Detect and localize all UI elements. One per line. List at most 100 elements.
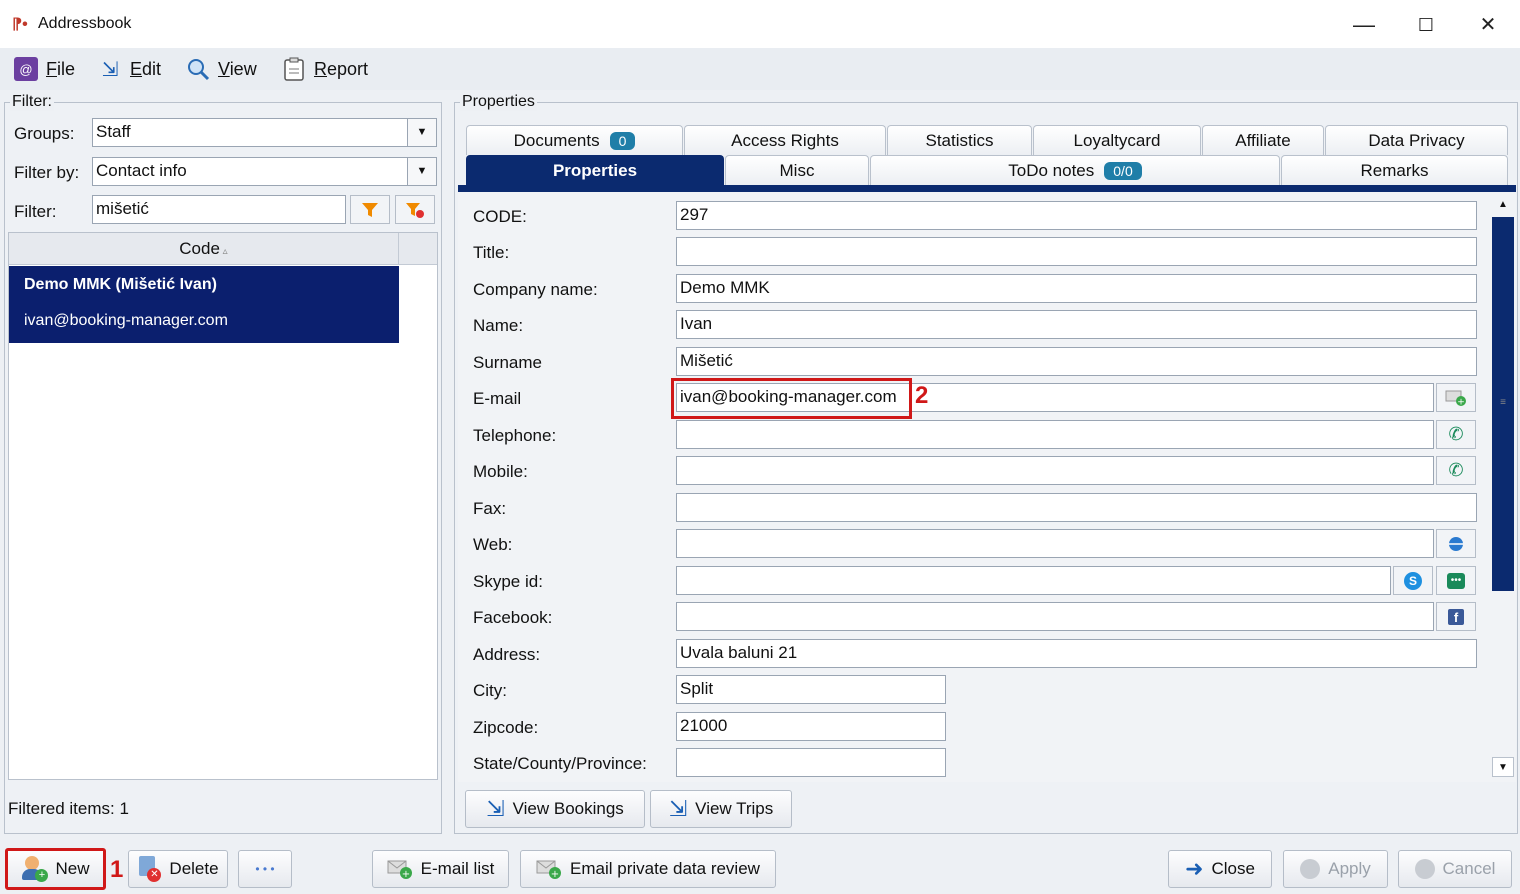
menu-edit[interactable]: ⇲ Edit: [98, 56, 161, 82]
clear-filter-button[interactable]: [395, 195, 435, 224]
email-highlight-box: [671, 378, 912, 419]
filter-input[interactable]: mišetić: [92, 195, 346, 224]
maximize-button[interactable]: ☐: [1396, 8, 1456, 42]
send-email-button[interactable]: +: [1436, 383, 1476, 412]
cancel-icon: [1414, 859, 1435, 879]
filtered-items-count: Filtered items: 1: [8, 799, 129, 818]
apply-check-icon: [1300, 859, 1321, 879]
properties-panel: CODE: 297 Title: Company name: Demo MMK …: [458, 192, 1516, 782]
tab-data-privacy-label: Data Privacy: [1368, 130, 1465, 150]
cancel-button[interactable]: Cancel: [1398, 850, 1512, 888]
delete-button[interactable]: ✕ Delete: [128, 850, 228, 888]
add-user-icon: +: [21, 856, 49, 882]
tab-access-rights-label: Access Rights: [731, 130, 839, 150]
tab-loyaltycard[interactable]: Loyaltycard: [1033, 125, 1201, 155]
window-title: Addressbook: [38, 15, 132, 32]
scroll-down-icon[interactable]: ▼: [1492, 757, 1514, 777]
tab-access-rights[interactable]: Access Rights: [684, 125, 886, 155]
email-private-data-button[interactable]: + Email private data review: [520, 850, 776, 888]
address-field[interactable]: Uvala baluni 21: [676, 639, 1477, 668]
list-item-title: Demo MMK (Mišetić Ivan): [24, 276, 217, 293]
phone-icon: ✆: [1448, 424, 1464, 444]
tab-properties[interactable]: Properties: [466, 155, 724, 185]
open-facebook-button[interactable]: f: [1436, 602, 1476, 631]
open-web-button[interactable]: [1436, 529, 1476, 558]
company-name-field[interactable]: Demo MMK: [676, 274, 1477, 303]
close-label: Close: [1211, 859, 1255, 878]
city-field[interactable]: Split: [676, 675, 946, 704]
filterby-dropdown-icon[interactable]: ▼: [407, 157, 437, 186]
tab-data-privacy[interactable]: Data Privacy: [1325, 125, 1508, 155]
tab-remarks[interactable]: Remarks: [1281, 155, 1508, 185]
filterby-select[interactable]: Contact info: [92, 157, 408, 186]
sort-icon: ▵: [219, 246, 228, 257]
mobile-field[interactable]: [676, 456, 1434, 485]
arrow-icon: ⇲: [486, 796, 505, 821]
apply-filter-button[interactable]: [350, 195, 390, 224]
call-telephone-button[interactable]: ✆: [1436, 420, 1476, 449]
skype-chat-button[interactable]: •••: [1436, 566, 1476, 595]
groups-dropdown-icon[interactable]: ▼: [407, 118, 437, 147]
code-list[interactable]: Code ▵ Demo MMK (Mišetić Ivan) ivan@book…: [8, 232, 438, 780]
minimize-button[interactable]: —: [1334, 8, 1394, 42]
tab-documents[interactable]: Documents 0: [466, 125, 683, 155]
view-bookings-button[interactable]: ⇲ View Bookings: [465, 790, 645, 828]
company-name-label: Company name:: [473, 280, 598, 299]
more-button[interactable]: • • •: [238, 850, 292, 888]
list-item-email: ivan@booking-manager.com: [24, 312, 228, 329]
apply-button[interactable]: Apply: [1283, 850, 1388, 888]
menu-view[interactable]: View: [186, 56, 257, 82]
code-column-header[interactable]: Code ▵: [9, 233, 399, 265]
telephone-label: Telephone:: [473, 426, 557, 445]
phone-icon: ✆: [1448, 460, 1464, 480]
app-logo-icon: ⁋•: [12, 16, 28, 33]
arrow-icon: ⇲: [668, 796, 688, 821]
title-bar: ⁋• Addressbook — ☐ ✕: [0, 0, 1520, 48]
addressbook-icon: @: [14, 57, 38, 81]
state-field[interactable]: [676, 748, 946, 777]
skype-call-button[interactable]: S: [1393, 566, 1433, 595]
name-field[interactable]: Ivan: [676, 310, 1477, 339]
menu-file[interactable]: @ File: [14, 56, 75, 82]
surname-field[interactable]: Mišetić: [676, 347, 1477, 376]
tab-statistics[interactable]: Statistics: [887, 125, 1032, 155]
filterby-label: Filter by:: [14, 163, 80, 182]
groups-select[interactable]: Staff: [92, 118, 408, 147]
code-field[interactable]: 297: [676, 201, 1477, 230]
web-field[interactable]: [676, 529, 1434, 558]
view-trips-button[interactable]: ⇲ View Trips: [650, 790, 792, 828]
email-list-label: E-mail list: [420, 859, 495, 878]
clipboard-icon: [282, 57, 306, 81]
tab-loyaltycard-label: Loyaltycard: [1073, 130, 1161, 150]
call-mobile-button[interactable]: ✆: [1436, 456, 1476, 485]
zipcode-field[interactable]: 21000: [676, 712, 946, 741]
close-button[interactable]: ➜ Close: [1168, 850, 1272, 888]
documents-count-badge: 0: [609, 131, 636, 150]
tab-misc[interactable]: Misc: [725, 155, 869, 185]
scroll-up-icon[interactable]: ▲: [1492, 195, 1514, 215]
tab-todo-notes[interactable]: ToDo notes 0/0: [870, 155, 1280, 185]
svg-text:+: +: [551, 869, 559, 880]
new-button[interactable]: + New: [5, 848, 106, 890]
skype-field[interactable]: [676, 566, 1391, 595]
filter-group-title: Filter:: [10, 93, 54, 111]
svg-text:+: +: [401, 869, 409, 880]
code-column-label: Code: [179, 239, 220, 258]
email-private-data-label: Email private data review: [570, 859, 760, 878]
menu-report[interactable]: Report: [282, 56, 368, 82]
email-list-button[interactable]: + E-mail list: [372, 850, 509, 888]
fax-field[interactable]: [676, 493, 1477, 522]
surname-label: Surname: [473, 353, 542, 372]
close-window-button[interactable]: ✕: [1458, 8, 1518, 42]
web-label: Web:: [473, 535, 513, 554]
tab-strip-underline: [458, 185, 1516, 192]
tab-affiliate-label: Affiliate: [1235, 130, 1291, 150]
list-item[interactable]: Demo MMK (Mišetić Ivan) ivan@booking-man…: [9, 266, 399, 343]
properties-group-title: Properties: [460, 93, 537, 111]
properties-scrollbar[interactable]: ▲ ≡ ▼: [1490, 195, 1514, 779]
facebook-field[interactable]: [676, 602, 1434, 631]
title-field[interactable]: [676, 237, 1477, 266]
tab-remarks-label: Remarks: [1360, 160, 1429, 180]
telephone-field[interactable]: [676, 420, 1434, 449]
tab-affiliate[interactable]: Affiliate: [1202, 125, 1324, 155]
